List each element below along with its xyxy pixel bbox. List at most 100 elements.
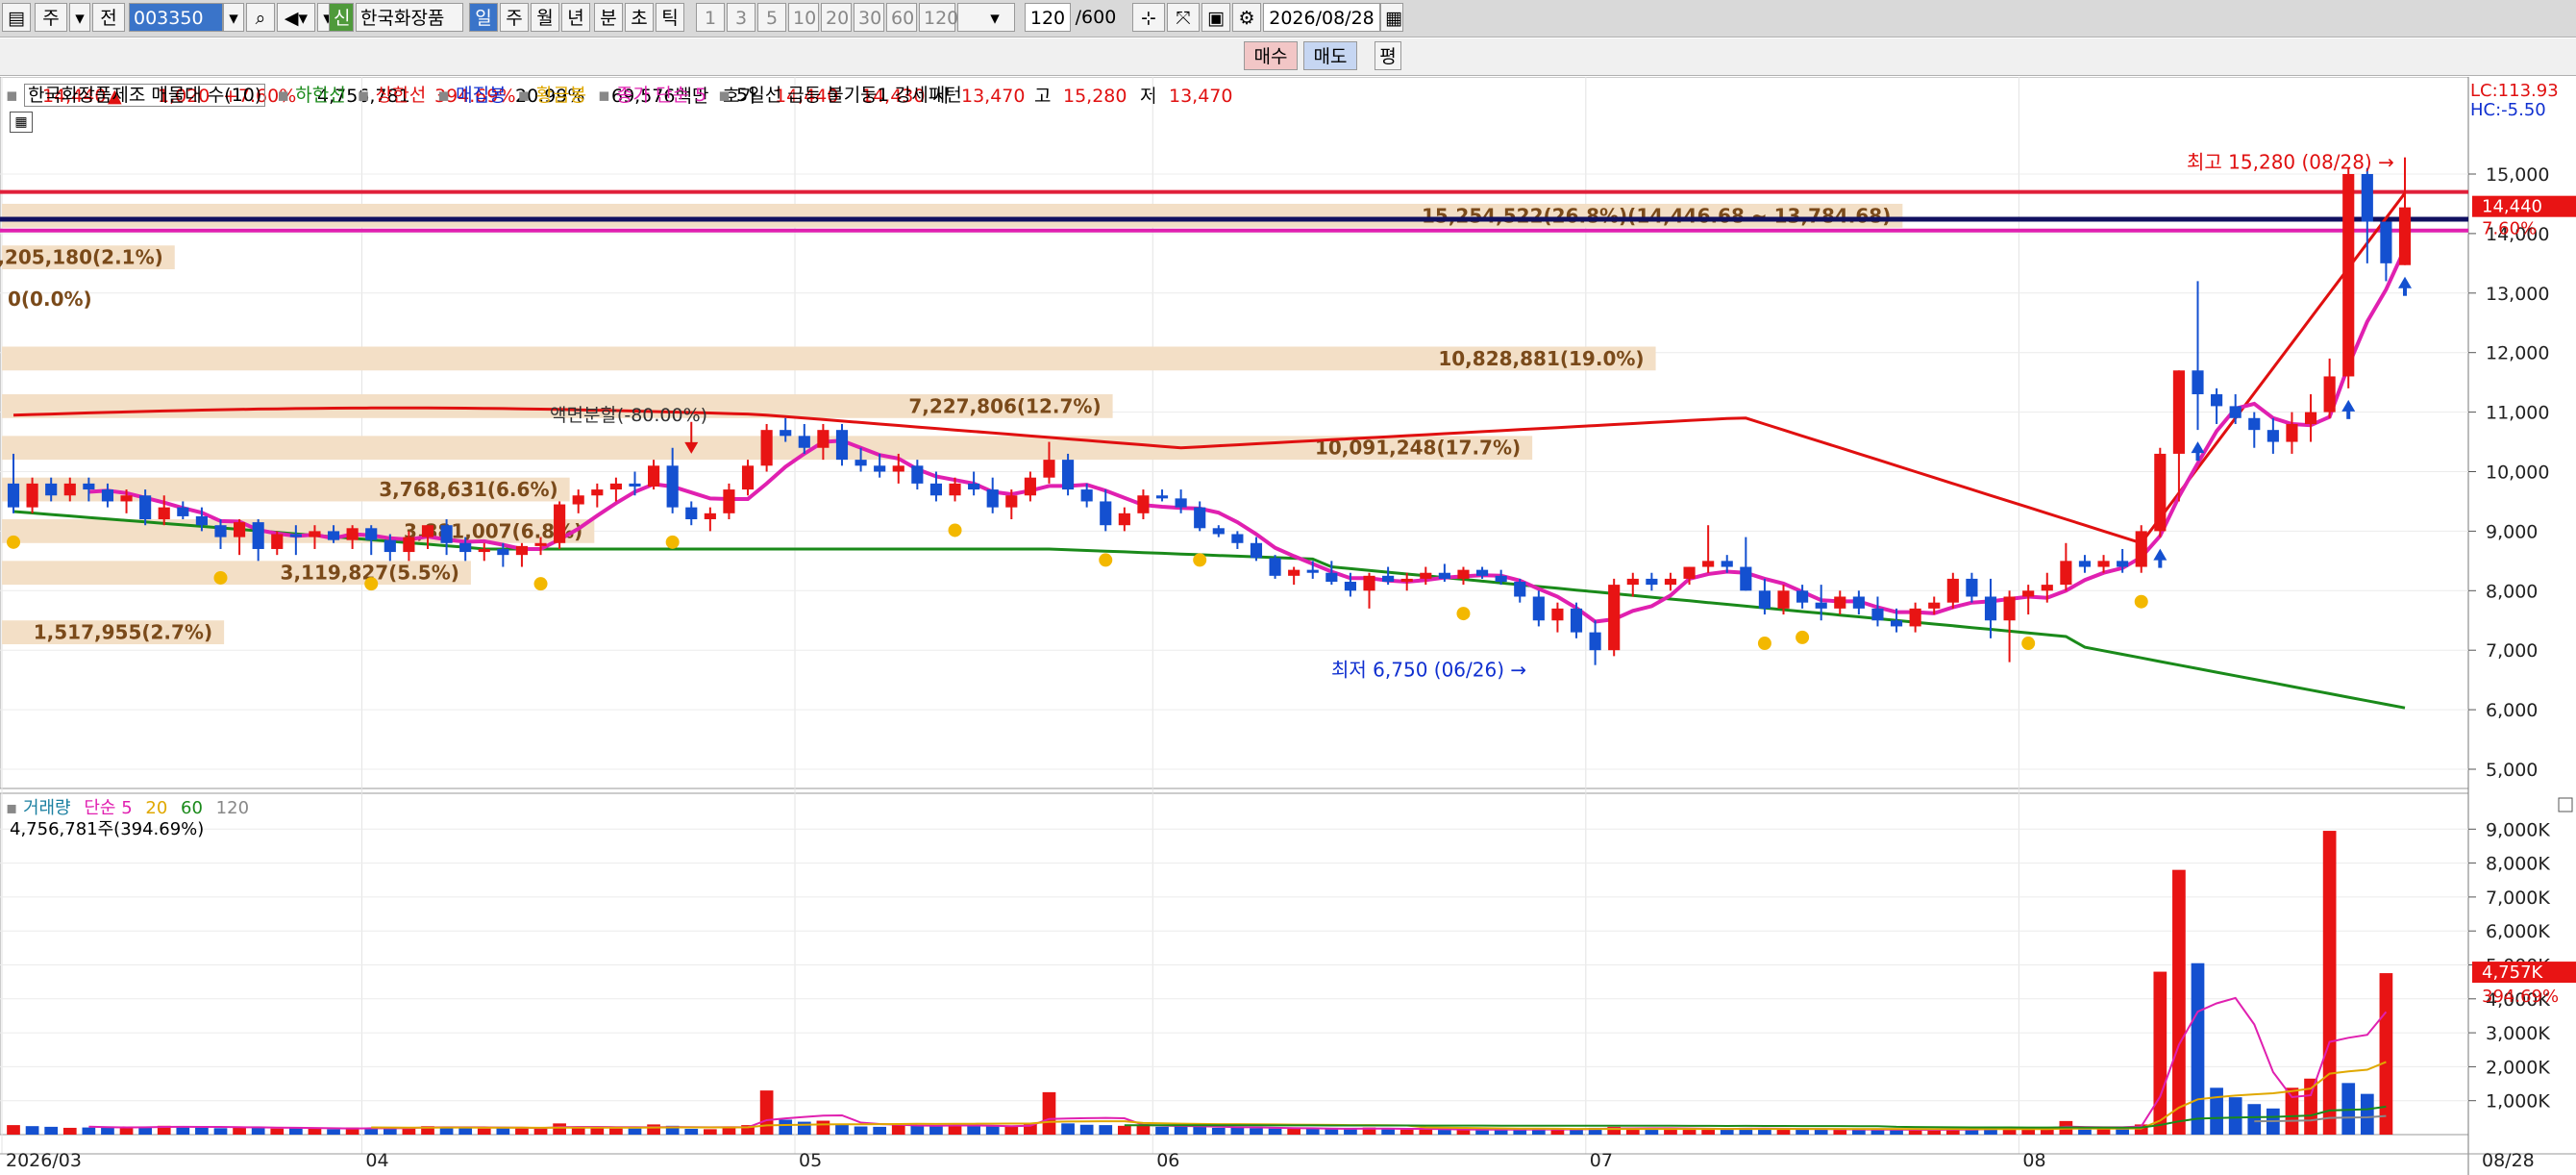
legend-accumulation-candle[interactable]: 매집봉 xyxy=(456,85,506,106)
save-icon[interactable]: ▣ xyxy=(1201,3,1230,32)
minute-5[interactable]: 5 xyxy=(757,3,786,32)
legend-upper-band[interactable]: 상한선 xyxy=(376,85,426,106)
candle-body xyxy=(2060,561,2072,586)
buy-button[interactable]: 매수 xyxy=(1244,41,1298,70)
candle-body xyxy=(1363,575,1375,591)
crosshair-icon[interactable]: ⊹ xyxy=(1132,3,1165,32)
candle-body xyxy=(83,483,95,490)
search-icon[interactable]: ⌕ xyxy=(246,3,275,32)
candle-body xyxy=(1212,528,1225,535)
stock-code-input[interactable]: 003350 xyxy=(129,3,223,32)
legend-lower-band[interactable]: 하한선 xyxy=(295,85,345,106)
candle-body xyxy=(1475,569,1489,576)
candle-body xyxy=(1683,566,1696,579)
volume-axis-label: 6,000K xyxy=(2486,921,2550,942)
candle-body xyxy=(1664,578,1677,586)
volume-bar xyxy=(82,1127,96,1135)
menu-icon[interactable]: ▤ xyxy=(2,3,31,32)
candle-body xyxy=(1250,542,1263,559)
volume-bar xyxy=(1796,1129,1809,1135)
candle-body xyxy=(1438,572,1450,579)
volume-axis-label: 7,000K xyxy=(2486,888,2550,909)
tab-minute[interactable]: 분 xyxy=(594,3,623,32)
dropdown-arrow-icon[interactable]: ▾ xyxy=(69,3,90,32)
volume-bar xyxy=(2153,971,2167,1135)
legend-golden-candle[interactable]: 황금봉 xyxy=(536,85,586,106)
volume-bar xyxy=(647,1124,660,1135)
candle-body xyxy=(1231,534,1244,543)
volume-bar xyxy=(590,1127,605,1135)
candle-body xyxy=(986,489,999,508)
tab-second[interactable]: 초 xyxy=(625,3,654,32)
candle-body xyxy=(835,430,849,461)
golden-candle-marker xyxy=(213,570,228,585)
candle-body xyxy=(1589,632,1601,651)
volume-bar xyxy=(2379,973,2393,1135)
tab-weekly[interactable]: 주 xyxy=(500,3,529,32)
tab-daily[interactable]: 일 xyxy=(469,3,498,32)
evaluate-button[interactable]: 평 xyxy=(1375,41,1401,70)
candle-body xyxy=(2078,561,2092,567)
candle-body xyxy=(1928,602,1941,609)
minute-120[interactable]: 120 xyxy=(919,3,958,32)
volume-bar xyxy=(1890,1130,1903,1135)
volume-profile-label: 15,254,522(26.8%)(14,446.68 ~ 13,784.68) xyxy=(1422,204,1891,227)
code-dropdown-icon[interactable]: ▾ xyxy=(223,3,244,32)
volume-current: 4,756,781주(394.69%) xyxy=(10,819,205,839)
speaker-icon[interactable]: ◀▾ xyxy=(277,3,315,32)
calendar-icon[interactable]: ▦ xyxy=(1380,3,1403,32)
custom-minute-select[interactable]: ▾ xyxy=(957,3,1015,32)
prev-button[interactable]: 전 xyxy=(92,3,125,32)
candle-body xyxy=(1608,585,1621,651)
date-input[interactable]: 2026/08/28 xyxy=(1263,3,1380,32)
candle-body xyxy=(1325,572,1338,583)
legend-title[interactable]: 한국화장품제조 매물대 수(10) xyxy=(23,84,266,107)
volume-bar xyxy=(533,1128,548,1135)
table-icon[interactable]: ▦ xyxy=(10,112,33,133)
minute-10[interactable]: 10 xyxy=(788,3,819,32)
legend-pattern[interactable]: 5일선 급등 불기둥1 강세패턴 xyxy=(736,85,962,106)
candle-body xyxy=(874,465,886,472)
volume-bar xyxy=(684,1128,699,1135)
high-annotation: 최고 15,280 (08/28) → xyxy=(2187,151,2394,174)
volume-axis-label: 9,000K xyxy=(2486,819,2550,840)
candle-body xyxy=(609,483,622,490)
legend-vol-ma120[interactable]: 120 xyxy=(216,798,249,818)
volume-bar xyxy=(2191,962,2205,1135)
draw-tool-icon[interactable]: ⤧ xyxy=(1167,3,1200,32)
golden-candle-marker xyxy=(2134,594,2148,609)
candle-body xyxy=(968,483,980,490)
tab-tick[interactable]: 틱 xyxy=(656,3,684,32)
count-input[interactable]: 120 xyxy=(1025,3,1071,32)
candle-body xyxy=(534,542,547,546)
period-week-select[interactable]: 주 xyxy=(35,3,67,32)
minute-1[interactable]: 1 xyxy=(696,3,725,32)
volume-bar xyxy=(458,1127,473,1135)
candle-body xyxy=(911,465,924,484)
volume-bar xyxy=(44,1126,59,1135)
minute-3[interactable]: 3 xyxy=(727,3,755,32)
candle-body xyxy=(2342,174,2355,377)
tab-yearly[interactable]: 년 xyxy=(561,3,590,32)
volume-bar xyxy=(1419,1129,1433,1135)
sell-button[interactable]: 매도 xyxy=(1303,41,1357,70)
legend-ma5[interactable]: 종가 단순 5 xyxy=(616,85,706,106)
candle-body xyxy=(1796,590,1809,603)
minute-60[interactable]: 60 xyxy=(886,3,917,32)
candle-body xyxy=(780,430,792,437)
minute-30[interactable]: 30 xyxy=(854,3,884,32)
settings-gear-icon[interactable]: ⚙ xyxy=(1232,3,1261,32)
candle-body xyxy=(2229,406,2242,418)
candle-body xyxy=(2154,453,2167,532)
candle-body xyxy=(1646,578,1658,586)
minute-20[interactable]: 20 xyxy=(821,3,852,32)
candle-body xyxy=(798,436,810,448)
tab-monthly[interactable]: 월 xyxy=(531,3,559,32)
candle-body xyxy=(1740,566,1752,591)
candle-body xyxy=(2304,412,2317,424)
volume-bar xyxy=(119,1127,134,1135)
volume-bar xyxy=(1833,1129,1847,1135)
candle-body xyxy=(459,542,472,553)
candle-body xyxy=(2172,370,2185,454)
volume-bar xyxy=(948,1125,962,1135)
